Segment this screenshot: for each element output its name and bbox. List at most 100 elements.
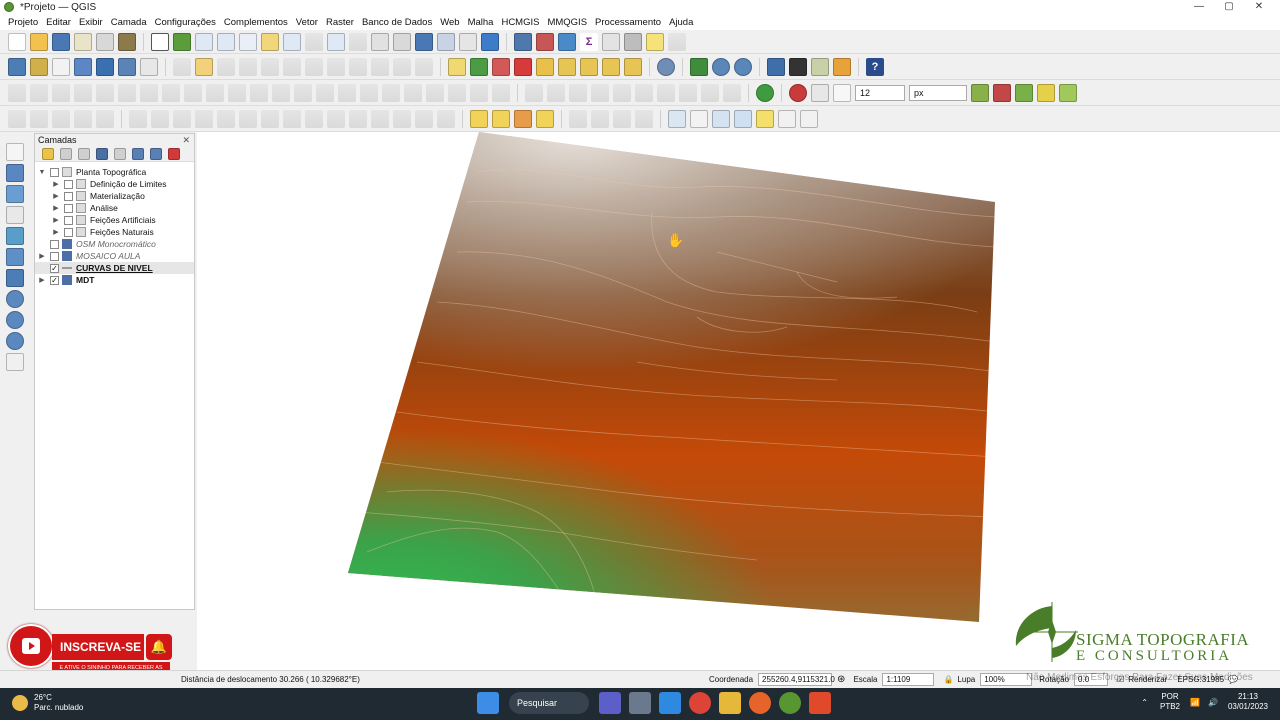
offset-curve-icon[interactable]: [206, 83, 224, 102]
save-edits-icon[interactable]: [217, 57, 235, 76]
chrome-icon[interactable]: [689, 692, 711, 714]
wifi-icon[interactable]: 📶: [1190, 698, 1200, 707]
coordinate-field[interactable]: 255260.4,9115321.0: [758, 673, 835, 686]
add-vector-icon[interactable]: [6, 143, 24, 161]
shape-digitize-icon[interactable]: [129, 109, 147, 128]
reshape-icon[interactable]: [184, 83, 202, 102]
shape-arc-icon[interactable]: [239, 109, 257, 128]
style-manager-icon[interactable]: [118, 32, 136, 51]
menu-raster[interactable]: Raster: [322, 17, 358, 28]
minimize-button[interactable]: —: [1184, 0, 1214, 14]
vertex-tool-icon[interactable]: [261, 57, 279, 76]
maximize-button[interactable]: ▢: [1214, 0, 1244, 14]
delete-selected-icon[interactable]: [305, 57, 323, 76]
menu-complementos[interactable]: Complementos: [220, 17, 292, 28]
snap-to-layer-icon[interactable]: [811, 83, 829, 102]
menu-configuracoes[interactable]: Configurações: [151, 17, 220, 28]
layer-checkbox[interactable]: [64, 179, 73, 189]
advanced-digitizing-icon[interactable]: [525, 83, 543, 102]
snapping-units-select[interactable]: px: [909, 84, 967, 101]
scale-feature-icon[interactable]: [404, 83, 422, 102]
tracing-icon[interactable]: [1059, 83, 1077, 102]
menu-web[interactable]: Web: [436, 17, 463, 28]
menu-exibir[interactable]: Exibir: [75, 17, 107, 28]
close-panel-icon[interactable]: ✕: [182, 134, 190, 146]
mail-icon[interactable]: [659, 692, 681, 714]
construction-mode-icon[interactable]: [547, 83, 565, 102]
shape-rect-icon[interactable]: [173, 109, 191, 128]
add-feature-icon[interactable]: [239, 57, 257, 76]
layer-item[interactable]: ▶ Análise: [35, 202, 194, 214]
split-features-icon[interactable]: [228, 83, 246, 102]
add-grid-icon[interactable]: [6, 185, 24, 203]
add-spatialite-icon[interactable]: [6, 248, 24, 266]
filter-expression-icon[interactable]: [114, 147, 126, 160]
measure-line-icon[interactable]: [624, 32, 642, 51]
snap-vertex-icon[interactable]: [833, 83, 851, 102]
new-geopackage-layer-icon[interactable]: [30, 57, 48, 76]
firefox-icon[interactable]: [749, 692, 771, 714]
select-all-icon[interactable]: [52, 109, 70, 128]
temporal-controller-icon[interactable]: [459, 32, 477, 51]
add-wms-layer-icon[interactable]: [118, 57, 136, 76]
text-annotation-icon[interactable]: [635, 109, 653, 128]
expand-arrow-icon[interactable]: ▶: [51, 192, 61, 200]
lock-icon[interactable]: 🔒: [943, 675, 953, 684]
plugin-globe-icon[interactable]: [756, 83, 774, 102]
clock[interactable]: 21:13 03/01/2023: [1228, 692, 1268, 712]
zoom-next-icon[interactable]: [349, 32, 367, 51]
label-properties-icon[interactable]: [624, 57, 642, 76]
expand-arrow-icon[interactable]: ▶: [37, 252, 47, 260]
add-point-cloud-icon[interactable]: [6, 206, 24, 224]
avoid-overlap-icon[interactable]: [1015, 83, 1033, 102]
volume-icon[interactable]: 🔊: [1208, 698, 1218, 707]
add-group-icon[interactable]: [60, 147, 72, 160]
rectangle-icon[interactable]: [657, 83, 675, 102]
brave-icon[interactable]: [809, 692, 831, 714]
layer-item[interactable]: ▶ Feições Artificiais: [35, 214, 194, 226]
expand-arrow-icon[interactable]: ▶: [51, 216, 61, 224]
weather-widget[interactable]: 26°C Parc. nublado: [12, 693, 83, 713]
zoom-full-icon[interactable]: [239, 32, 257, 51]
add-part-icon[interactable]: [96, 83, 114, 102]
menu-projeto[interactable]: Projeto: [4, 17, 42, 28]
taskbar-search[interactable]: Pesquisar: [509, 692, 589, 714]
label-abc-icon[interactable]: [668, 109, 686, 128]
expand-all-icon[interactable]: [132, 147, 144, 160]
layer-item[interactable]: ▶ Feições Naturais: [35, 226, 194, 238]
add-ring-icon[interactable]: [74, 83, 92, 102]
python-console-icon[interactable]: [767, 57, 785, 76]
scale-select[interactable]: 1:1109: [882, 673, 935, 686]
menu-vetor[interactable]: Vetor: [292, 17, 322, 28]
map-tips-icon[interactable]: [646, 32, 664, 51]
attribute-table-icon[interactable]: [536, 32, 554, 51]
menu-hcmgis[interactable]: HCMGIS: [497, 17, 543, 28]
menu-editar[interactable]: Editar: [42, 17, 75, 28]
save-as-icon[interactable]: [74, 32, 92, 51]
expand-arrow-icon[interactable]: ▶: [51, 204, 61, 212]
snapping-magnet-icon[interactable]: [789, 83, 807, 102]
show-bookmarks-icon[interactable]: [437, 32, 455, 51]
reverse-line-icon[interactable]: [470, 83, 488, 102]
identify-features-icon[interactable]: [514, 32, 532, 51]
rotate-feature-icon[interactable]: [382, 83, 400, 102]
cut-features-icon[interactable]: [327, 57, 345, 76]
menu-malha[interactable]: Malha: [464, 17, 498, 28]
pan-hand-icon[interactable]: [151, 32, 169, 51]
statistical-summary-icon[interactable]: Σ: [580, 32, 598, 51]
digitize-icon[interactable]: [8, 83, 26, 102]
snap-intersection-icon[interactable]: [993, 83, 1011, 102]
geocoding-icon[interactable]: [690, 57, 708, 76]
shape-circle-icon[interactable]: [151, 109, 169, 128]
collapse-all-icon[interactable]: [150, 147, 162, 160]
select-location-icon[interactable]: [536, 109, 554, 128]
curve-icon[interactable]: [613, 83, 631, 102]
trace-icon[interactable]: [30, 83, 48, 102]
layer-item[interactable]: ▶ Materialização: [35, 190, 194, 202]
save-project-icon[interactable]: [52, 32, 70, 51]
street-view-icon[interactable]: [833, 57, 851, 76]
fill-ring-icon[interactable]: [118, 83, 136, 102]
merge-attributes-icon[interactable]: [294, 83, 312, 102]
shape-erase-icon[interactable]: [415, 109, 433, 128]
file-explorer-icon[interactable]: [719, 692, 741, 714]
